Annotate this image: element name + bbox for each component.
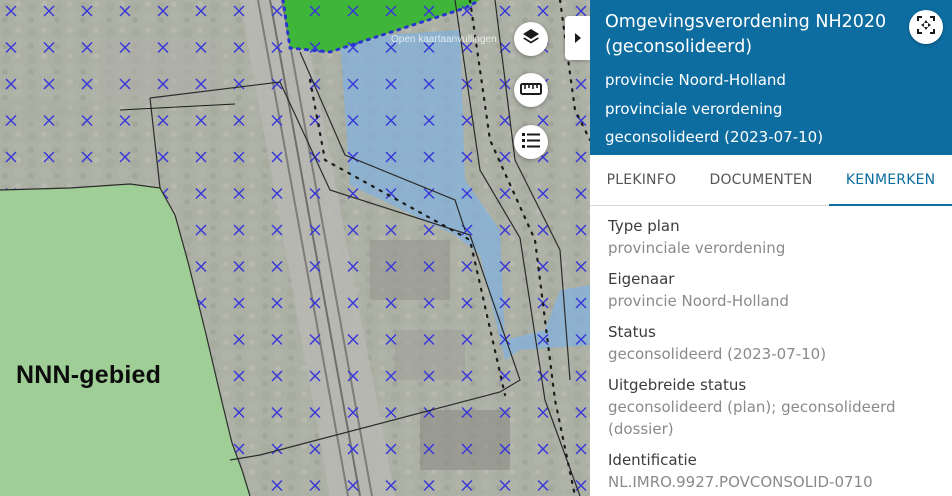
- map-watermark: Open kaartaanvullingen: [391, 34, 497, 45]
- list-icon: [521, 131, 541, 153]
- chevron-right-icon: [574, 29, 582, 48]
- property-value: provinciale verordening: [608, 239, 786, 257]
- property-item: Uitgebreide status geconsolideerd (plan)…: [608, 375, 934, 440]
- property-item: Identificatie NL.IMRO.9927.POVCONSOLID-0…: [608, 450, 934, 493]
- property-label: Identificatie: [608, 451, 697, 469]
- property-label: Uitgebreide status: [608, 376, 747, 394]
- tab-plekinfo[interactable]: PLEKINFO: [590, 155, 693, 205]
- nnn-area-label: NNN-gebied: [16, 361, 162, 389]
- property-value: provincie Noord-Holland: [608, 292, 789, 310]
- tab-documenten[interactable]: DOCUMENTEN: [693, 155, 829, 205]
- plan-type: provinciale verordening: [605, 99, 783, 118]
- ruler-icon: [520, 81, 542, 100]
- property-label: Type plan: [608, 217, 680, 235]
- panel-header: Omgevingsverordening NH2020 (geconsolide…: [590, 0, 952, 155]
- layers-icon: [521, 27, 541, 51]
- map-canvas[interactable]: [0, 0, 590, 496]
- tab-kenmerken[interactable]: KENMERKEN: [829, 155, 952, 206]
- property-item: Type plan provinciale verordening: [608, 216, 934, 259]
- property-item: Eigenaar provincie Noord-Holland: [608, 269, 934, 312]
- property-value: geconsolideerd (plan); geconsolideerd (d…: [608, 398, 896, 438]
- property-label: Status: [608, 323, 656, 341]
- plan-status: geconsolideerd (2023-07-10): [605, 128, 824, 146]
- property-item: Status geconsolideerd (2023-07-10): [608, 322, 934, 365]
- panel-tabs: PLEKINFO DOCUMENTEN KENMERKEN: [590, 155, 952, 206]
- legend-button[interactable]: [514, 125, 548, 159]
- property-value: geconsolideerd (2023-07-10): [608, 345, 827, 363]
- property-value: NL.IMRO.9927.POVCONSOLID-0710: [608, 473, 873, 491]
- map-view[interactable]: Open kaartaanvullingen NNN-gebied: [0, 0, 590, 496]
- zoom-to-extent-icon: [916, 15, 936, 39]
- property-label: Eigenaar: [608, 270, 675, 288]
- zoom-to-plan-button[interactable]: [909, 10, 943, 44]
- plan-title: Omgevingsverordening NH2020 (geconsolide…: [605, 12, 887, 57]
- info-panel: Omgevingsverordening NH2020 (geconsolide…: [590, 0, 952, 496]
- plan-owner: provincie Noord-Holland: [605, 71, 786, 89]
- layers-button[interactable]: [514, 22, 548, 56]
- measure-button[interactable]: [514, 73, 548, 107]
- properties-list: Type plan provinciale verordening Eigena…: [590, 206, 952, 493]
- collapse-panel-button[interactable]: [565, 16, 590, 60]
